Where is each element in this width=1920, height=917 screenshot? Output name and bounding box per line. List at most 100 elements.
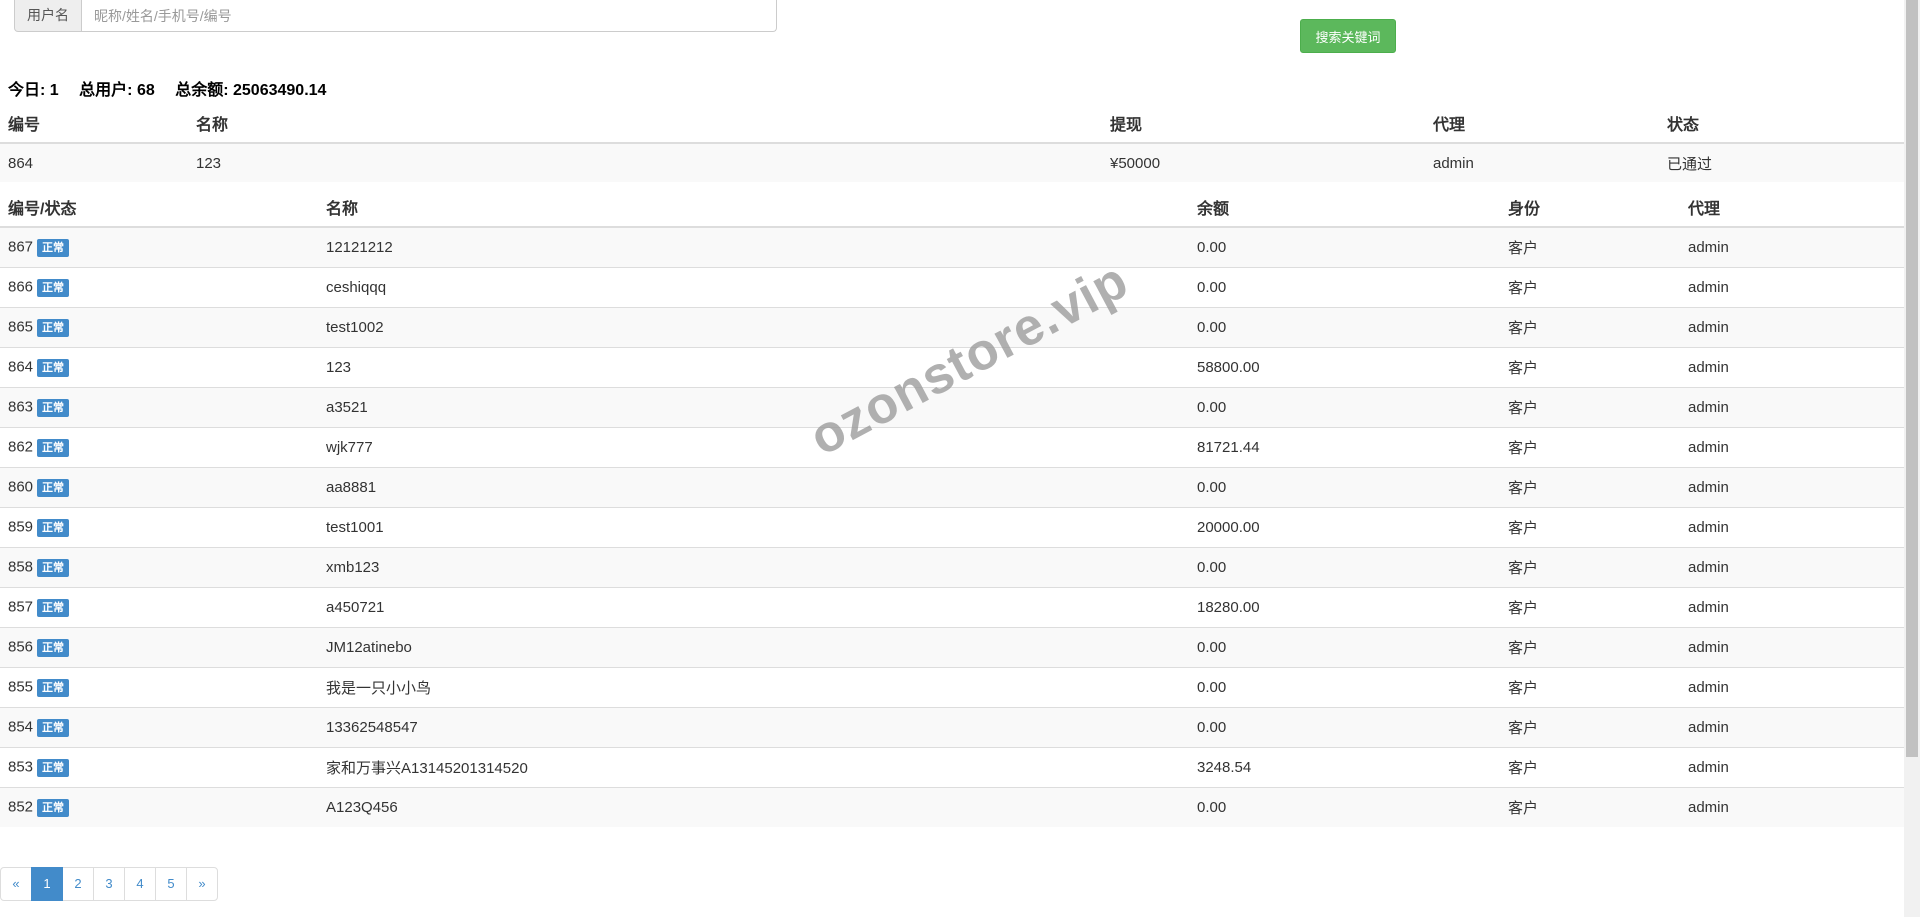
user-id: 857 [8, 599, 34, 617]
pagination-page-1[interactable]: 1 [31, 867, 63, 901]
pagination-prev[interactable]: « [0, 867, 32, 901]
user-cell-balance: 18280.00 [1189, 587, 1500, 628]
scrollbar-thumb[interactable] [1906, 0, 1918, 757]
user-cell-role: 客户 [1500, 267, 1680, 308]
withdraw-row: 864 123 ¥50000 admin 已通过 [0, 142, 1904, 182]
user-id: 863 [8, 399, 34, 417]
today-value: 1 [49, 82, 59, 99]
user-cell-balance: 0.00 [1189, 787, 1500, 827]
scrollbar-track[interactable] [1904, 0, 1920, 917]
user-cell-agent: admin [1680, 507, 1904, 548]
user-cell-balance: 58800.00 [1189, 347, 1500, 388]
user-id: 864 [8, 359, 34, 377]
user-id: 867 [8, 239, 34, 257]
user-cell-agent: admin [1680, 787, 1904, 827]
user-cell-role: 客户 [1500, 347, 1680, 388]
user-cell-role: 客户 [1500, 787, 1680, 827]
user-id: 858 [8, 559, 34, 577]
status-badge: 正常 [37, 318, 70, 337]
user-cell-agent: admin [1680, 707, 1904, 748]
search-label: 用户名 [14, 0, 82, 32]
user-row: 853 正常 家和万事兴A13145201314520 3248.54 客户 admin [0, 747, 1904, 788]
withdraw-header-id: 编号 [0, 104, 188, 144]
user-cell-id-status: 860 正常 [0, 467, 318, 508]
user-cell-balance: 3248.54 [1189, 747, 1500, 788]
pagination-page-3[interactable]: 3 [93, 867, 125, 901]
user-row: 855 正常 我是一只小小鸟 0.00 客户 admin [0, 667, 1904, 708]
user-cell-agent: admin [1680, 226, 1904, 268]
user-id: 865 [8, 319, 34, 337]
status-badge: 正常 [37, 518, 70, 537]
user-cell-name: 家和万事兴A13145201314520 [318, 747, 1189, 788]
user-cell-agent: admin [1680, 667, 1904, 708]
user-cell-id-status: 866 正常 [0, 267, 318, 308]
pagination-page-2[interactable]: 2 [62, 867, 94, 901]
withdraw-header-amount: 提现 [1102, 104, 1425, 144]
withdraw-header-agent: 代理 [1425, 104, 1659, 144]
user-row: 856 正常 JM12atinebo 0.00 客户 admin [0, 627, 1904, 668]
total-users-label: 总用户: [79, 82, 133, 99]
user-id: 860 [8, 479, 34, 497]
user-cell-id-status: 853 正常 [0, 747, 318, 788]
status-badge: 正常 [37, 798, 70, 817]
status-badge: 正常 [37, 398, 70, 417]
user-cell-balance: 0.00 [1189, 467, 1500, 508]
user-cell-role: 客户 [1500, 507, 1680, 548]
user-row: 862 正常 wjk777 81721.44 客户 admin [0, 427, 1904, 468]
user-header-role: 身份 [1500, 187, 1680, 228]
total-users-value: 68 [136, 82, 155, 99]
user-cell-agent: admin [1680, 307, 1904, 348]
status-badge: 正常 [37, 478, 70, 497]
user-id: 855 [8, 679, 34, 697]
user-row: 854 正常 13362548547 0.00 客户 admin [0, 707, 1904, 748]
user-id: 853 [8, 759, 34, 777]
search-input[interactable] [82, 0, 777, 32]
user-cell-balance: 0.00 [1189, 267, 1500, 308]
user-row: 866 正常 ceshiqqq 0.00 客户 admin [0, 267, 1904, 308]
withdraw-header-row: 编号 名称 提现 代理 状态 [0, 104, 1904, 144]
user-cell-role: 客户 [1500, 307, 1680, 348]
user-id: 852 [8, 799, 34, 817]
search-button[interactable]: 搜索关键词 [1300, 19, 1396, 53]
user-id: 859 [8, 519, 34, 537]
user-row: 859 正常 test1001 20000.00 客户 admin [0, 507, 1904, 548]
user-header-id-status: 编号/状态 [0, 187, 318, 228]
user-cell-role: 客户 [1500, 627, 1680, 668]
withdraw-cell-id: 864 [0, 142, 188, 182]
user-cell-agent: admin [1680, 627, 1904, 668]
user-cell-balance: 20000.00 [1189, 507, 1500, 548]
user-cell-role: 客户 [1500, 747, 1680, 788]
user-cell-id-status: 864 正常 [0, 347, 318, 388]
user-cell-name: A123Q456 [318, 787, 1189, 827]
user-cell-role: 客户 [1500, 587, 1680, 628]
pagination-next[interactable]: » [186, 867, 218, 901]
user-cell-id-status: 859 正常 [0, 507, 318, 548]
user-id: 856 [8, 639, 34, 657]
user-cell-name: aa8881 [318, 467, 1189, 508]
user-header-balance: 余额 [1189, 187, 1500, 228]
user-cell-id-status: 867 正常 [0, 226, 318, 268]
withdraw-table: 编号 名称 提现 代理 状态 864 123 ¥50000 admin 已通过 [0, 104, 1904, 182]
pagination-page-4[interactable]: 4 [124, 867, 156, 901]
status-badge: 正常 [37, 438, 70, 457]
user-cell-agent: admin [1680, 467, 1904, 508]
user-cell-name: ceshiqqq [318, 267, 1189, 308]
user-cell-name: xmb123 [318, 547, 1189, 588]
status-badge: 正常 [37, 758, 70, 777]
user-cell-balance: 0.00 [1189, 387, 1500, 428]
withdraw-cell-amount: ¥50000 [1102, 142, 1425, 182]
user-cell-id-status: 865 正常 [0, 307, 318, 348]
user-cell-name: wjk777 [318, 427, 1189, 468]
user-cell-name: 我是一只小小鸟 [318, 667, 1189, 708]
user-cell-balance: 0.00 [1189, 707, 1500, 748]
user-cell-balance: 0.00 [1189, 226, 1500, 268]
user-cell-name: JM12atinebo [318, 627, 1189, 668]
search-group: 用户名 [14, 0, 777, 32]
user-cell-name: 123 [318, 347, 1189, 388]
user-cell-role: 客户 [1500, 667, 1680, 708]
user-cell-agent: admin [1680, 547, 1904, 588]
user-cell-id-status: 858 正常 [0, 547, 318, 588]
user-row: 857 正常 a450721 18280.00 客户 admin [0, 587, 1904, 628]
user-cell-id-status: 854 正常 [0, 707, 318, 748]
pagination-page-5[interactable]: 5 [155, 867, 187, 901]
